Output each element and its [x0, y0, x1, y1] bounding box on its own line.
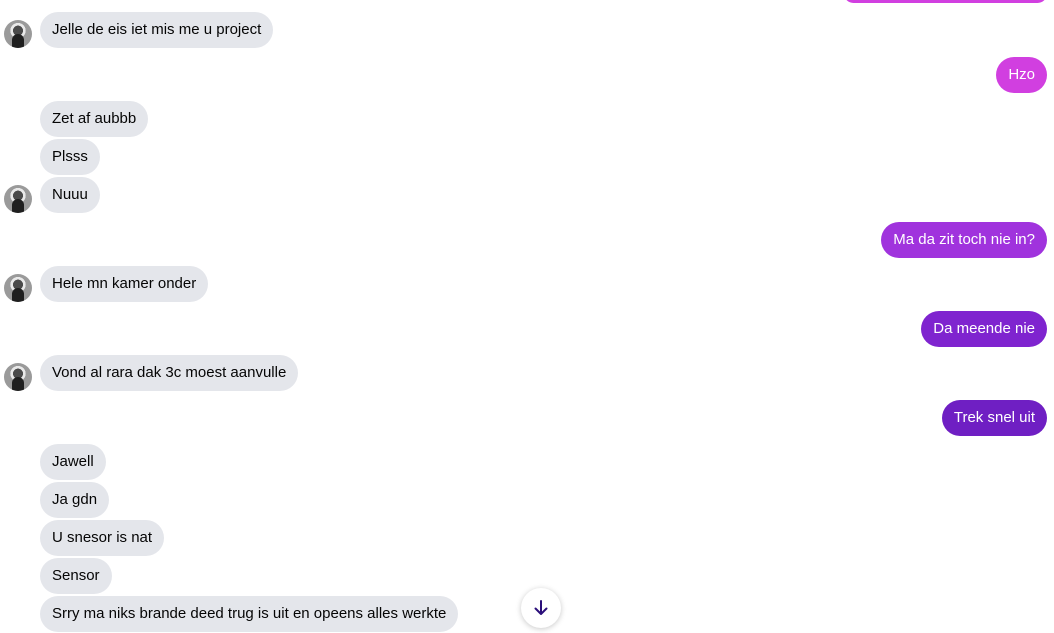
arrow-down-icon [534, 600, 548, 615]
incoming-message[interactable]: Srry ma niks brande deed trug is uit en … [40, 596, 459, 632]
outgoing-message[interactable]: Ma da zit toch nie in? [881, 222, 1047, 258]
incoming-message[interactable]: Zet af aubbb [40, 101, 149, 137]
outgoing-message[interactable]: Trek snel uit [941, 400, 1047, 436]
scroll-to-bottom-button[interactable] [521, 588, 561, 628]
incoming-message[interactable]: Plsss [40, 139, 100, 175]
incoming-message[interactable]: Ja gdn [40, 482, 110, 518]
incoming-message[interactable]: Jelle de eis iet mis me u project [40, 12, 274, 48]
incoming-message[interactable]: Hele mn kamer onder [40, 266, 209, 302]
incoming-message[interactable]: U snesor is nat [40, 520, 165, 556]
incoming-message[interactable]: Vond al rara dak 3c moest aanvulle [40, 355, 299, 391]
contact-avatar[interactable] [4, 20, 32, 48]
outgoing-message-bubble-partial[interactable] [844, 0, 1047, 3]
chat-thread: Jelle de eis iet mis me u project Hzo Ze… [0, 0, 1054, 633]
contact-avatar[interactable] [4, 363, 32, 391]
incoming-message[interactable]: Nuuu [40, 177, 100, 213]
incoming-message[interactable]: Sensor [40, 558, 112, 594]
contact-avatar[interactable] [4, 274, 32, 302]
outgoing-message[interactable]: Da meende nie [921, 311, 1047, 347]
contact-avatar[interactable] [4, 185, 32, 213]
incoming-message[interactable]: Jawell [40, 444, 106, 480]
outgoing-message[interactable]: Hzo [996, 57, 1047, 93]
